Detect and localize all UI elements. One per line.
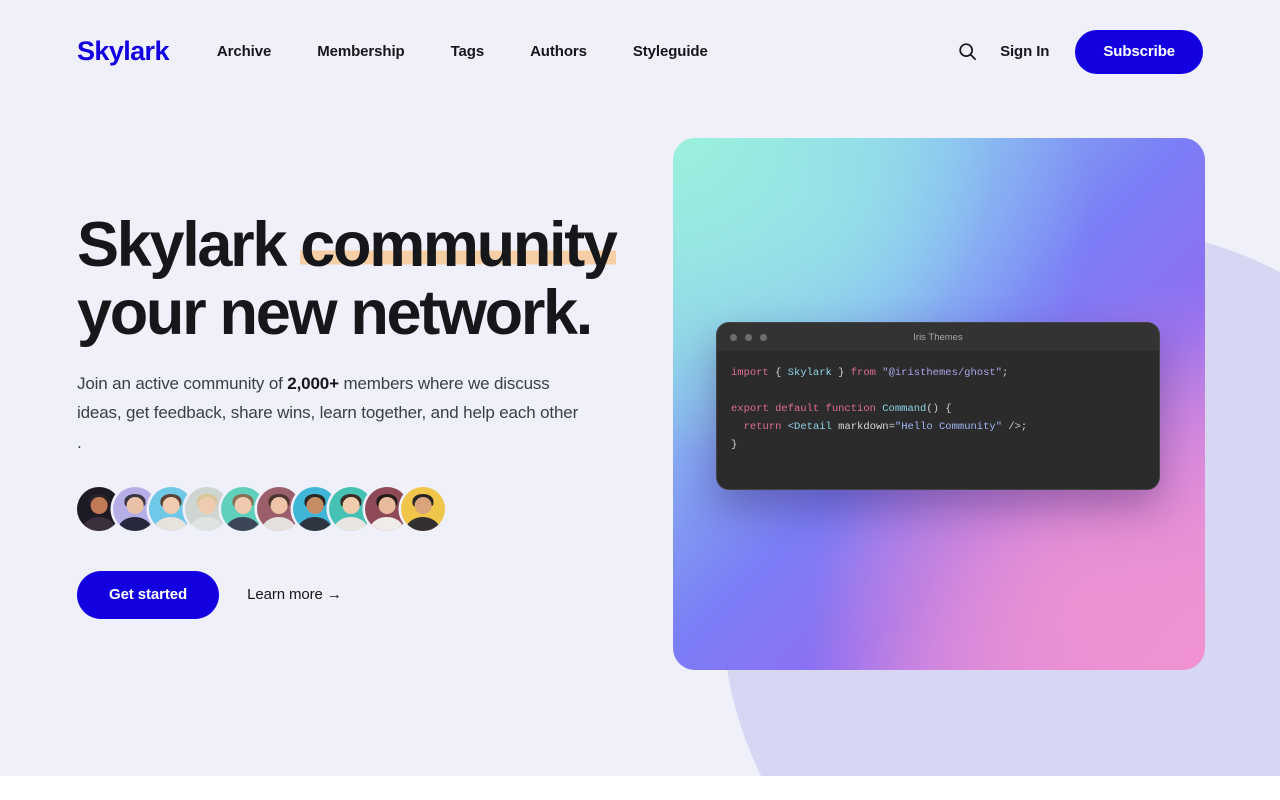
- code-token: return: [743, 421, 782, 433]
- nav-item-membership[interactable]: Membership: [317, 37, 404, 66]
- avatar-body: [261, 516, 297, 531]
- hero-subtitle-lead: Join an active community of: [77, 374, 288, 394]
- hero-cta-row: Get started Learn more →: [77, 570, 672, 619]
- hero-subtitle: Join an active community of 2,000+ membe…: [77, 369, 585, 457]
- hero-title-line1-prefix: Skylark: [77, 210, 301, 280]
- maximize-dot-icon[interactable]: [760, 333, 767, 341]
- avatar-face: [162, 496, 180, 514]
- minimize-dot-icon[interactable]: [745, 333, 752, 341]
- hero-content: Skylark community your new network. Join…: [0, 103, 672, 619]
- avatar-face: [234, 496, 252, 514]
- subscribe-button[interactable]: Subscribe: [1075, 29, 1203, 74]
- avatar-face: [414, 496, 432, 514]
- avatar-body: [405, 516, 441, 531]
- search-icon: [958, 42, 977, 61]
- page-root: Skylark Archive Membership Tags Authors …: [0, 0, 1280, 800]
- member-avatar-group: [77, 486, 672, 531]
- page-title: Skylark community your new network.: [77, 210, 672, 349]
- avatar-face: [90, 496, 108, 514]
- close-dot-icon[interactable]: [730, 333, 737, 341]
- avatar-body: [333, 516, 369, 531]
- traffic-lights: [730, 333, 767, 341]
- avatar-face: [270, 496, 288, 514]
- code-token: {: [768, 367, 788, 379]
- hero-visual: Iris Themes import { Skylark } from "@ir…: [673, 138, 1205, 670]
- code-window-titlebar: Iris Themes: [717, 323, 1159, 351]
- avatar-face: [342, 496, 360, 514]
- nav-item-styleguide[interactable]: Styleguide: [633, 37, 708, 66]
- code-token: "Hello Community": [894, 421, 1003, 433]
- nav-item-authors[interactable]: Authors: [530, 37, 587, 66]
- avatar-face: [126, 496, 144, 514]
- avatar-face: [198, 496, 216, 514]
- nav-item-tags[interactable]: Tags: [451, 37, 485, 66]
- learn-more-link[interactable]: Learn more →: [247, 586, 342, 603]
- primary-navigation: Archive Membership Tags Authors Stylegui…: [217, 37, 708, 66]
- code-token: Skylark: [787, 367, 832, 379]
- avatar-body: [225, 516, 261, 531]
- code-line: return <Detail markdown="Hello Community…: [731, 418, 1145, 436]
- member-avatar-10: [401, 486, 445, 531]
- sign-in-link[interactable]: Sign In: [1000, 43, 1049, 60]
- code-snippet: import { Skylark } from "@iristhemes/gho…: [717, 351, 1159, 467]
- code-line: }: [731, 436, 1145, 454]
- code-token: from: [850, 367, 876, 379]
- code-token: "@iristhemes/ghost": [882, 367, 1002, 379]
- code-token: export default function: [731, 403, 876, 415]
- hero-section: Skylark community your new network. Join…: [0, 103, 1280, 800]
- code-token: />;: [1002, 421, 1028, 433]
- hero-title-highlight: community: [300, 210, 618, 280]
- site-header: Skylark Archive Membership Tags Authors …: [0, 0, 1280, 103]
- code-token: }: [831, 367, 851, 379]
- code-window: Iris Themes import { Skylark } from "@ir…: [716, 322, 1160, 490]
- avatar-body: [369, 516, 405, 531]
- code-line: export default function Command() {: [731, 400, 1145, 418]
- hero-member-count: 2,000+: [287, 374, 339, 394]
- code-token: <Detail: [787, 421, 832, 433]
- code-token: markdown: [838, 421, 889, 433]
- avatar-body: [189, 516, 225, 531]
- code-token: }: [731, 439, 738, 451]
- avatar-body: [117, 516, 153, 531]
- avatar-face: [378, 496, 396, 514]
- avatar-body: [297, 516, 333, 531]
- hero-title-line2: your new network.: [77, 278, 593, 349]
- avatar-body: [153, 516, 189, 531]
- code-token: ;: [1002, 367, 1009, 379]
- search-button[interactable]: [950, 35, 984, 69]
- avatar-face: [306, 496, 324, 514]
- code-token: Command: [882, 403, 927, 415]
- code-window-title: Iris Themes: [913, 331, 963, 343]
- code-line: import { Skylark } from "@iristhemes/gho…: [731, 364, 1145, 382]
- header-actions: Sign In Subscribe: [950, 29, 1203, 74]
- brand-logo[interactable]: Skylark: [77, 36, 169, 67]
- avatar-body: [81, 516, 117, 531]
- code-token: import: [731, 367, 769, 379]
- nav-item-archive[interactable]: Archive: [217, 37, 271, 66]
- code-token: () {: [926, 403, 952, 415]
- get-started-button[interactable]: Get started: [77, 570, 220, 619]
